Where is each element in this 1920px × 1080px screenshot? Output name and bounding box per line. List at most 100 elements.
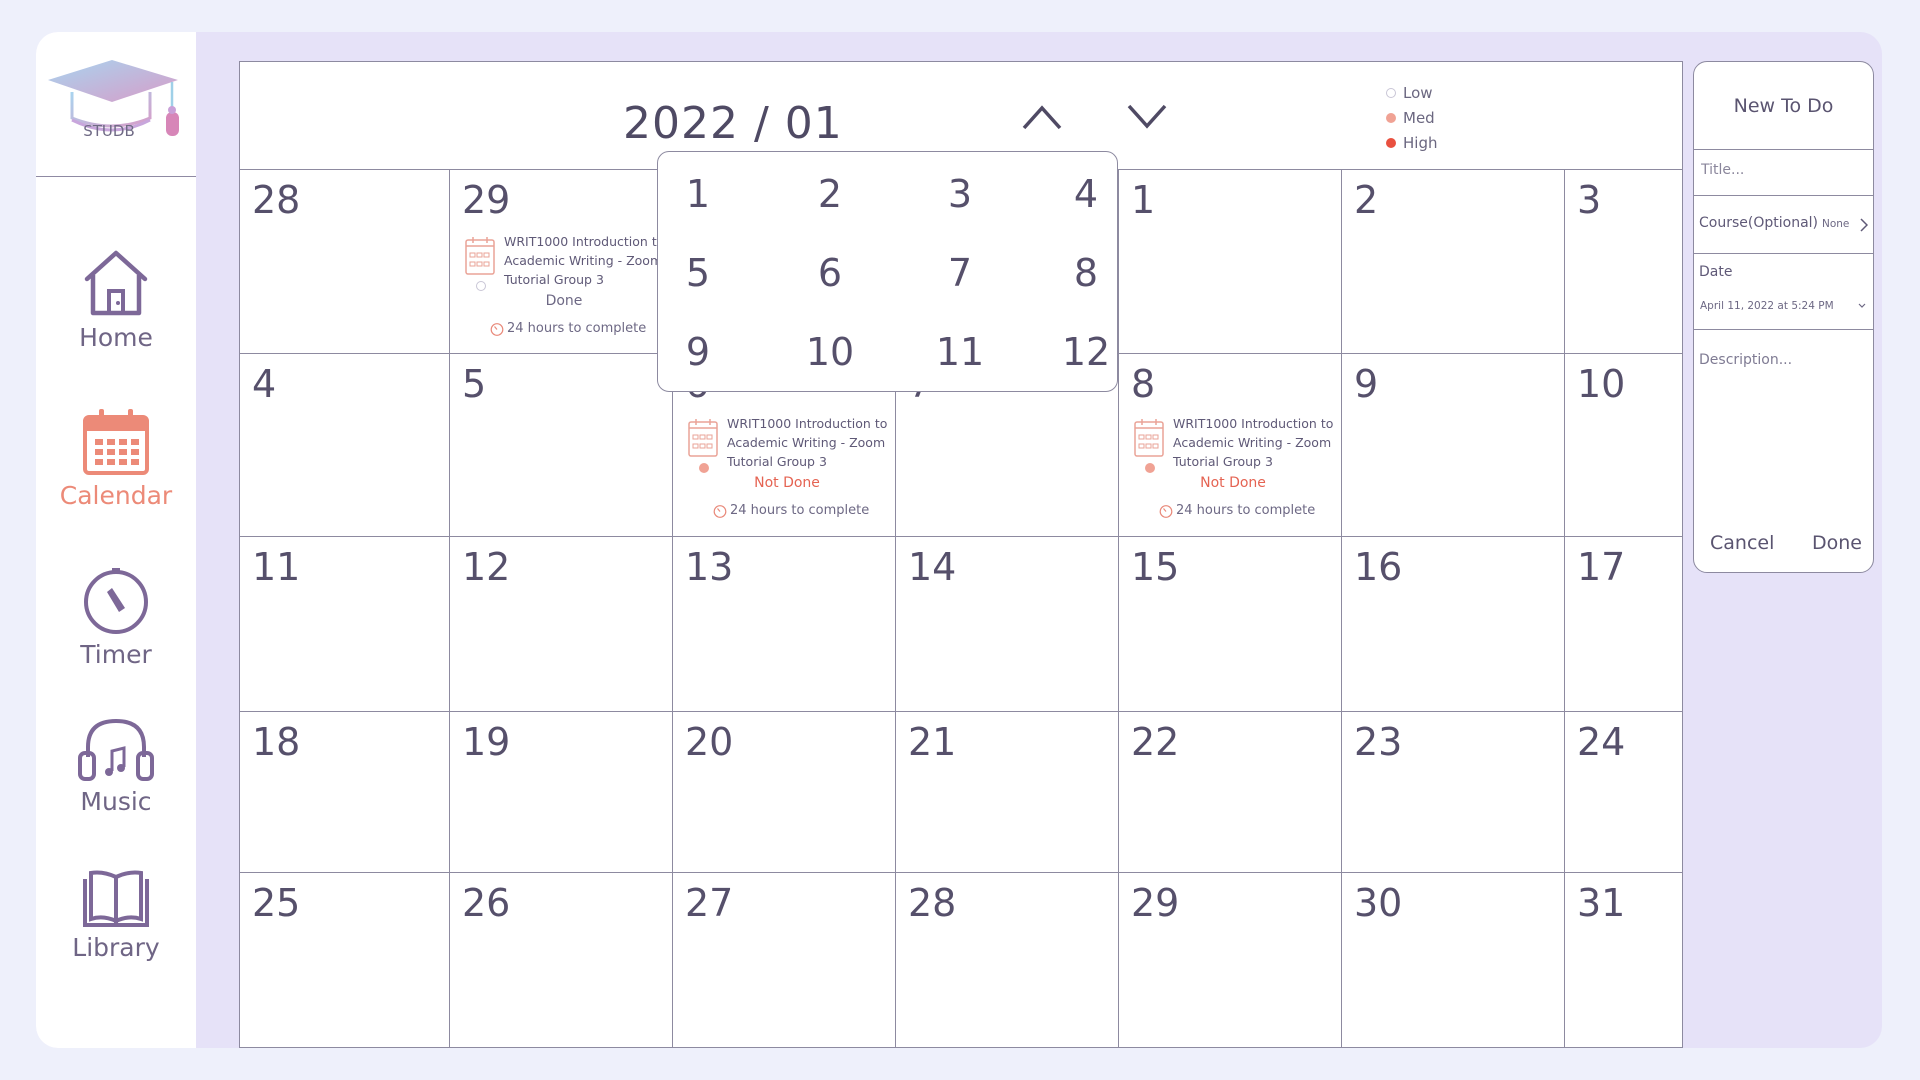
title-field — [1694, 150, 1873, 196]
day-cell[interactable]: 12 — [450, 537, 673, 711]
day-cell[interactable]: 15 — [1119, 537, 1342, 711]
nav-home[interactable]: Home — [36, 247, 196, 352]
date-picker[interactable]: April 11, 2022 at 5:24 PM — [1700, 300, 1834, 312]
chevron-down-icon[interactable] — [1858, 303, 1866, 309]
day-number: 27 — [685, 881, 734, 925]
day-cell[interactable]: 28 — [240, 170, 450, 353]
date-field: Date April 11, 2022 at 5:24 PM — [1694, 254, 1873, 330]
day-cell[interactable]: 30 — [1342, 873, 1565, 1048]
chevron-right-icon — [1860, 218, 1868, 232]
event-duration-text: 24 hours to complete — [730, 503, 870, 518]
month-option[interactable]: 10 — [800, 330, 860, 374]
day-cell[interactable]: 24 — [1565, 712, 1682, 872]
day-cell[interactable]: 29 WRIT1000 Introduction to Academic Wri… — [450, 170, 673, 353]
day-cell[interactable]: 21 — [896, 712, 1119, 872]
day-cell[interactable]: 16 — [1342, 537, 1565, 711]
event-title: WRIT1000 Introduction to Academic Writin… — [1173, 416, 1334, 469]
legend-label: High — [1403, 133, 1438, 152]
day-cell[interactable]: 10 — [1565, 354, 1682, 536]
event-title: WRIT1000 Introduction to Academic Writin… — [727, 416, 888, 469]
event-duration: 24 hours to complete — [490, 321, 646, 336]
day-cell[interactable]: 17 — [1565, 537, 1682, 711]
day-cell[interactable]: 26 — [450, 873, 673, 1048]
chevron-down-icon[interactable] — [1125, 102, 1169, 132]
event-status: Not Done — [754, 475, 820, 491]
nav-timer[interactable]: Timer — [36, 566, 196, 669]
month-option[interactable]: 3 — [930, 172, 990, 216]
event-duration-text: 24 hours to complete — [507, 321, 647, 336]
day-cell[interactable]: 23 — [1342, 712, 1565, 872]
month-option[interactable]: 8 — [1056, 251, 1116, 295]
calendar-week: 25 26 27 28 29 30 31 — [240, 873, 1682, 1048]
month-option[interactable]: 6 — [800, 251, 860, 295]
month-option[interactable]: 1 — [668, 172, 728, 216]
event-calendar-icon — [1134, 419, 1164, 457]
priority-legend: Low Med High — [1386, 80, 1437, 155]
chevron-up-icon[interactable] — [1020, 102, 1064, 132]
day-cell[interactable]: 3 — [1565, 170, 1682, 353]
day-cell[interactable]: 13 — [673, 537, 896, 711]
course-label: Course(Optional) — [1699, 215, 1818, 231]
event-calendar-icon — [688, 419, 718, 457]
day-cell[interactable]: 5 — [450, 354, 673, 536]
day-number: 4 — [252, 362, 277, 406]
day-number: 29 — [1131, 881, 1180, 925]
event-card[interactable]: WRIT1000 Introduction to Academic Writin… — [683, 414, 895, 534]
month-option[interactable]: 12 — [1056, 330, 1116, 374]
month-option[interactable]: 4 — [1056, 172, 1116, 216]
day-cell[interactable]: 20 — [673, 712, 896, 872]
event-card[interactable]: WRIT1000 Introduction to Academic Writin… — [1129, 414, 1341, 534]
day-cell[interactable]: 27 — [673, 873, 896, 1048]
done-button[interactable]: Done — [1812, 532, 1862, 554]
month-option[interactable]: 11 — [930, 330, 990, 374]
nav-label-library: Library — [72, 933, 160, 962]
description-input[interactable] — [1699, 352, 1869, 492]
day-number: 18 — [252, 720, 301, 764]
title-input[interactable] — [1701, 162, 1861, 178]
nav-music[interactable]: Music — [36, 715, 196, 816]
event-card[interactable]: WRIT1000 Introduction to Academic Writin… — [460, 232, 672, 352]
day-cell[interactable]: 31 — [1565, 873, 1682, 1048]
nav-library[interactable]: Library — [36, 869, 196, 962]
day-cell[interactable]: 22 — [1119, 712, 1342, 872]
day-cell[interactable]: 18 — [240, 712, 450, 872]
headphones-icon — [78, 718, 154, 781]
day-cell[interactable]: 4 — [240, 354, 450, 536]
day-number: 31 — [1577, 881, 1626, 925]
day-cell[interactable]: 11 — [240, 537, 450, 711]
calendar-week: 18 19 20 21 22 23 24 — [240, 712, 1682, 873]
month-title[interactable]: 2022 / 01 — [623, 98, 843, 149]
course-selector[interactable]: Course(Optional) None — [1694, 196, 1873, 254]
cancel-button[interactable]: Cancel — [1710, 532, 1774, 554]
month-option[interactable]: 2 — [800, 172, 860, 216]
day-number: 25 — [252, 881, 301, 925]
nav-calendar[interactable]: Calendar — [36, 407, 196, 510]
graduation-cap-icon — [48, 60, 179, 136]
timer-icon — [84, 568, 148, 634]
day-number: 1 — [1131, 178, 1156, 222]
day-number: 15 — [1131, 545, 1180, 589]
logo-text: STUDB — [83, 122, 135, 140]
day-cell[interactable]: 19 — [450, 712, 673, 872]
day-cell[interactable]: 1 — [1119, 170, 1342, 353]
day-cell[interactable]: 9 — [1342, 354, 1565, 536]
nav-label-timer: Timer — [80, 640, 152, 669]
day-number: 8 — [1131, 362, 1156, 406]
day-cell[interactable]: 28 — [896, 873, 1119, 1048]
date-label: Date — [1699, 264, 1733, 280]
legend-item-low: Low — [1386, 80, 1437, 105]
event-status: Done — [545, 293, 583, 309]
month-option[interactable]: 9 — [668, 330, 728, 374]
day-cell[interactable]: 25 — [240, 873, 450, 1048]
month-option[interactable]: 7 — [930, 251, 990, 295]
day-cell[interactable]: 8 WRIT1000 Introduction to Academic Writ… — [1119, 354, 1342, 536]
day-number: 10 — [1577, 362, 1626, 406]
legend-dot-low — [1386, 87, 1396, 98]
stopwatch-icon — [713, 504, 727, 518]
logo: STUDB — [36, 32, 196, 177]
day-cell[interactable]: 14 — [896, 537, 1119, 711]
day-cell[interactable]: 2 — [1342, 170, 1565, 353]
day-cell[interactable]: 29 — [1119, 873, 1342, 1048]
month-option[interactable]: 5 — [668, 251, 728, 295]
day-number: 28 — [252, 178, 301, 222]
